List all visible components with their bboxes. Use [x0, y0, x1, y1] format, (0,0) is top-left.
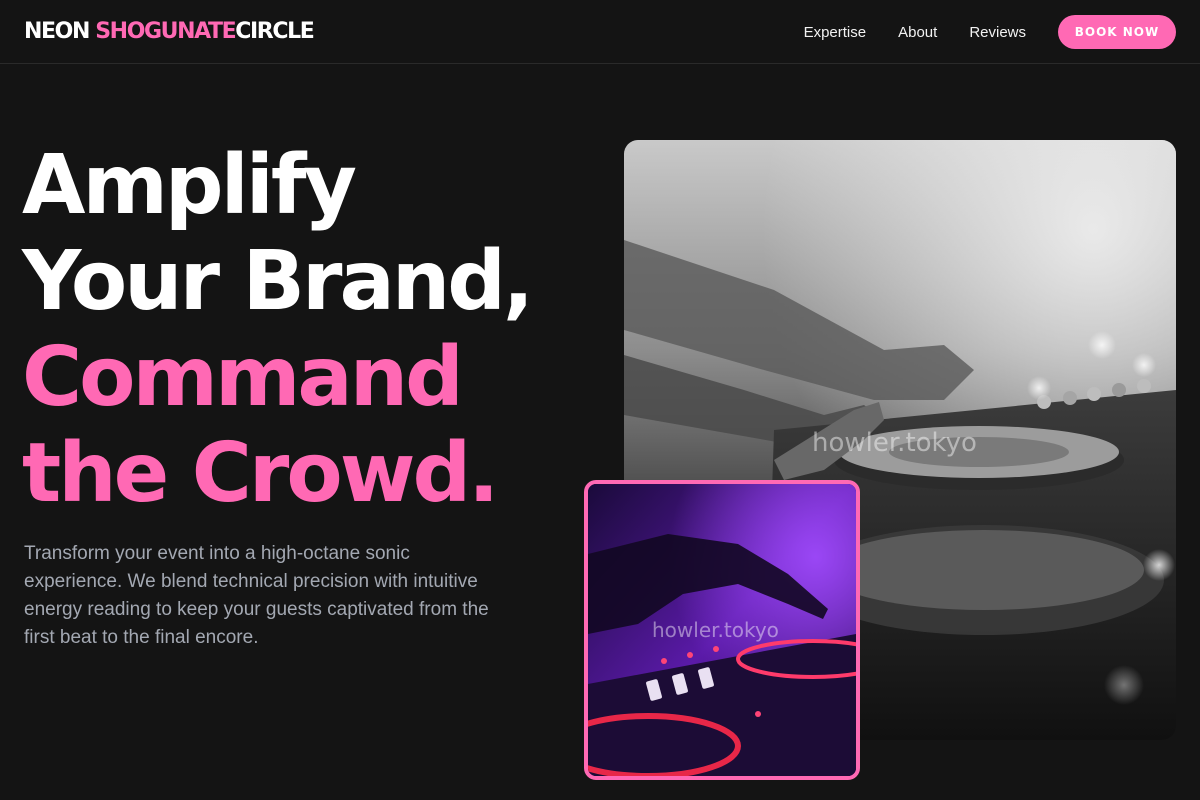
- headline-line-3: Command: [22, 330, 464, 425]
- nav-link-about[interactable]: About: [898, 24, 937, 41]
- nav-links: Expertise About Reviews BOOK NOW: [804, 15, 1176, 49]
- brand-logo[interactable]: NEON SHOGUNATECIRCLE: [24, 18, 315, 46]
- top-navigation: NEON SHOGUNATECIRCLE Expertise About Rev…: [0, 0, 1200, 64]
- brand-part-neon: NEON: [24, 19, 90, 44]
- inset-photo-watermark: howler.tokyo: [652, 618, 779, 642]
- headline-line-4: the Crowd.: [22, 426, 499, 521]
- headline-line-2: Your Brand,: [22, 234, 534, 329]
- nav-link-expertise[interactable]: Expertise: [804, 24, 867, 41]
- brand-part-circle: CIRCLE: [235, 19, 314, 44]
- hero-subtext: Transform your event into a high-octane …: [24, 543, 489, 648]
- headline-line-1: Amplify: [22, 138, 357, 233]
- nav-link-reviews[interactable]: Reviews: [969, 24, 1026, 41]
- brand-part-shogunate: SHOGUNATE: [95, 19, 236, 44]
- main-photo-watermark: howler.tokyo: [812, 428, 977, 458]
- hero-headline: Amplify Your Brand, Command the Crowd.: [22, 138, 592, 522]
- book-now-button[interactable]: BOOK NOW: [1058, 15, 1176, 49]
- neon-dj-controller-photo: howler.tokyo: [584, 480, 860, 780]
